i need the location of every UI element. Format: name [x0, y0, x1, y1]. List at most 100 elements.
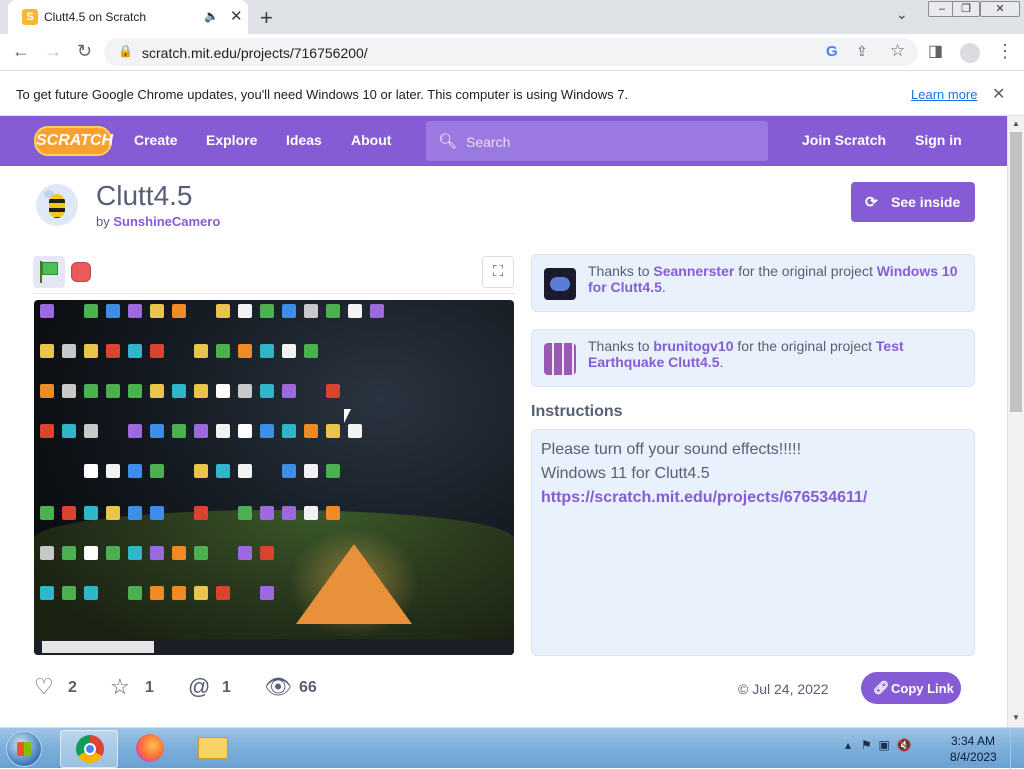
- scrollbar-thumb[interactable]: [1010, 132, 1022, 412]
- desktop-icon: [62, 506, 76, 520]
- desktop-icon: [172, 424, 186, 438]
- forward-arrow-icon[interactable]: →: [44, 41, 62, 62]
- instructions-link[interactable]: https://scratch.mit.edu/projects/6765346…: [541, 489, 867, 507]
- link-icon: 🔗︎: [873, 680, 890, 695]
- copy-link-button[interactable]: 🔗︎ Copy Link: [861, 672, 961, 704]
- desktop-icon: [282, 464, 296, 478]
- desktop-icon: [260, 304, 274, 318]
- see-inside-button[interactable]: ⟳ See inside: [851, 182, 975, 222]
- lock-icon[interactable]: 🔒: [118, 44, 133, 58]
- show-desktop-button[interactable]: [1010, 728, 1024, 769]
- desktop-icon: [40, 304, 54, 318]
- taskbar-chrome[interactable]: [60, 730, 118, 768]
- share-icon[interactable]: ⇪: [856, 43, 868, 60]
- file-explorer-icon[interactable]: [198, 737, 228, 759]
- firefox-icon[interactable]: [136, 734, 164, 762]
- desktop-icon: [216, 464, 230, 478]
- desktop-icon: [150, 586, 164, 600]
- desktop-icon: [282, 384, 296, 398]
- side-panel-icon[interactable]: ◨: [928, 41, 943, 61]
- desktop-icon: [40, 344, 54, 358]
- nav-about[interactable]: About: [351, 132, 391, 148]
- desktop-icon: [194, 464, 208, 478]
- chrome-icon: [76, 735, 104, 763]
- scratch-navbar: SCRATCH Create Explore Ideas About 🔍︎ Se…: [0, 116, 1007, 166]
- desktop-icon: [216, 304, 230, 318]
- desktop-icon: [62, 424, 76, 438]
- desktop-icon: [370, 304, 384, 318]
- desktop-icon: [150, 464, 164, 478]
- desktop-icon: [304, 304, 318, 318]
- favorite-star-icon[interactable]: ☆: [110, 674, 130, 700]
- clock-date: 8/4/2023: [950, 750, 997, 764]
- author-avatar[interactable]: [36, 184, 78, 226]
- profile-avatar-icon[interactable]: [960, 43, 980, 63]
- address-bar[interactable]: 🔒 scratch.mit.edu/projects/716756200/ G …: [104, 38, 918, 66]
- system-clock[interactable]: 3:34 AM 8/4/2023: [950, 733, 997, 765]
- desktop-icon: [282, 304, 296, 318]
- desktop-icon: [40, 424, 54, 438]
- tab-audio-icon[interactable]: 🔈: [204, 9, 219, 23]
- stop-button[interactable]: [71, 262, 91, 282]
- desktop-icon: [40, 546, 54, 560]
- network-icon[interactable]: ▣: [878, 738, 889, 752]
- green-flag-button[interactable]: [33, 256, 65, 288]
- copy-link-label: Copy Link: [891, 681, 954, 696]
- new-tab-icon[interactable]: +: [260, 5, 273, 31]
- search-icon: 🔍︎: [438, 133, 458, 150]
- credit-mid: for the original project: [734, 263, 877, 279]
- credit-project-thumbnail[interactable]: [544, 343, 576, 375]
- desktop-icon: [348, 424, 362, 438]
- desktop-icon: [62, 586, 76, 600]
- desktop-icon: [238, 464, 252, 478]
- tray-expand-icon[interactable]: ▴: [845, 738, 851, 752]
- nav-ideas[interactable]: Ideas: [286, 132, 322, 148]
- love-heart-icon[interactable]: ♡: [34, 674, 54, 700]
- close-window-icon[interactable]: ✕: [980, 1, 1020, 17]
- credit-project-thumbnail[interactable]: [544, 268, 576, 300]
- project-byline: by SunshineCamero: [96, 214, 220, 229]
- by-prefix: by: [96, 214, 110, 229]
- action-center-icon[interactable]: ⚑: [861, 738, 872, 752]
- nav-explore[interactable]: Explore: [206, 132, 257, 148]
- desktop-icon: [326, 506, 340, 520]
- stage-taskbar-search: [42, 641, 154, 653]
- author-link[interactable]: SunshineCamero: [113, 214, 220, 229]
- credit-user-link[interactable]: brunitogv10: [653, 338, 733, 354]
- url-text[interactable]: scratch.mit.edu/projects/716756200/: [142, 45, 368, 61]
- more-menu-icon[interactable]: ⋮: [996, 41, 1014, 62]
- restore-window-icon[interactable]: ❐: [952, 1, 980, 17]
- close-infobar-icon[interactable]: ✕: [992, 84, 1005, 104]
- reload-icon[interactable]: ↻: [77, 41, 92, 62]
- sign-in-link[interactable]: Sign in: [915, 132, 962, 148]
- bookmark-star-icon[interactable]: ☆: [890, 41, 905, 61]
- desktop-icon: [260, 506, 274, 520]
- back-arrow-icon[interactable]: ←: [12, 41, 30, 62]
- google-translate-icon[interactable]: G: [826, 43, 838, 60]
- credit-mid: for the original project: [733, 338, 876, 354]
- desktop-icon: [304, 344, 318, 358]
- nav-create[interactable]: Create: [134, 132, 178, 148]
- learn-more-link[interactable]: Learn more: [911, 87, 977, 102]
- scroll-down-icon[interactable]: ▼: [1012, 713, 1020, 722]
- volume-muted-icon[interactable]: 🔇: [897, 738, 912, 752]
- credit-user-link[interactable]: Seannerster: [653, 263, 734, 279]
- desktop-icon: [282, 424, 296, 438]
- desktop-icon: [84, 304, 98, 318]
- join-scratch-link[interactable]: Join Scratch: [802, 132, 886, 148]
- desktop-icon: [106, 304, 120, 318]
- start-button[interactable]: [6, 731, 42, 767]
- browser-tab[interactable]: S Clutt4.5 on Scratch 🔈 ✕: [8, 0, 248, 34]
- page-scrollbar[interactable]: ▲ ▼: [1007, 116, 1024, 727]
- tab-search-chevron-icon[interactable]: ⌄: [896, 6, 908, 23]
- scratch-logo[interactable]: SCRATCH: [34, 126, 113, 156]
- system-tray[interactable]: ▴ ⚑ ▣ 🔇: [845, 738, 911, 752]
- scroll-up-icon[interactable]: ▲: [1012, 119, 1020, 128]
- update-infobar: To get future Google Chrome updates, you…: [0, 72, 1024, 116]
- project-stage[interactable]: [34, 300, 514, 655]
- search-input[interactable]: 🔍︎ Search: [426, 121, 768, 161]
- desktop-icon: [106, 506, 120, 520]
- windows-logo-icon: [17, 742, 31, 756]
- tab-close-icon[interactable]: ✕: [230, 7, 243, 25]
- fullscreen-icon[interactable]: ⛶: [482, 256, 514, 288]
